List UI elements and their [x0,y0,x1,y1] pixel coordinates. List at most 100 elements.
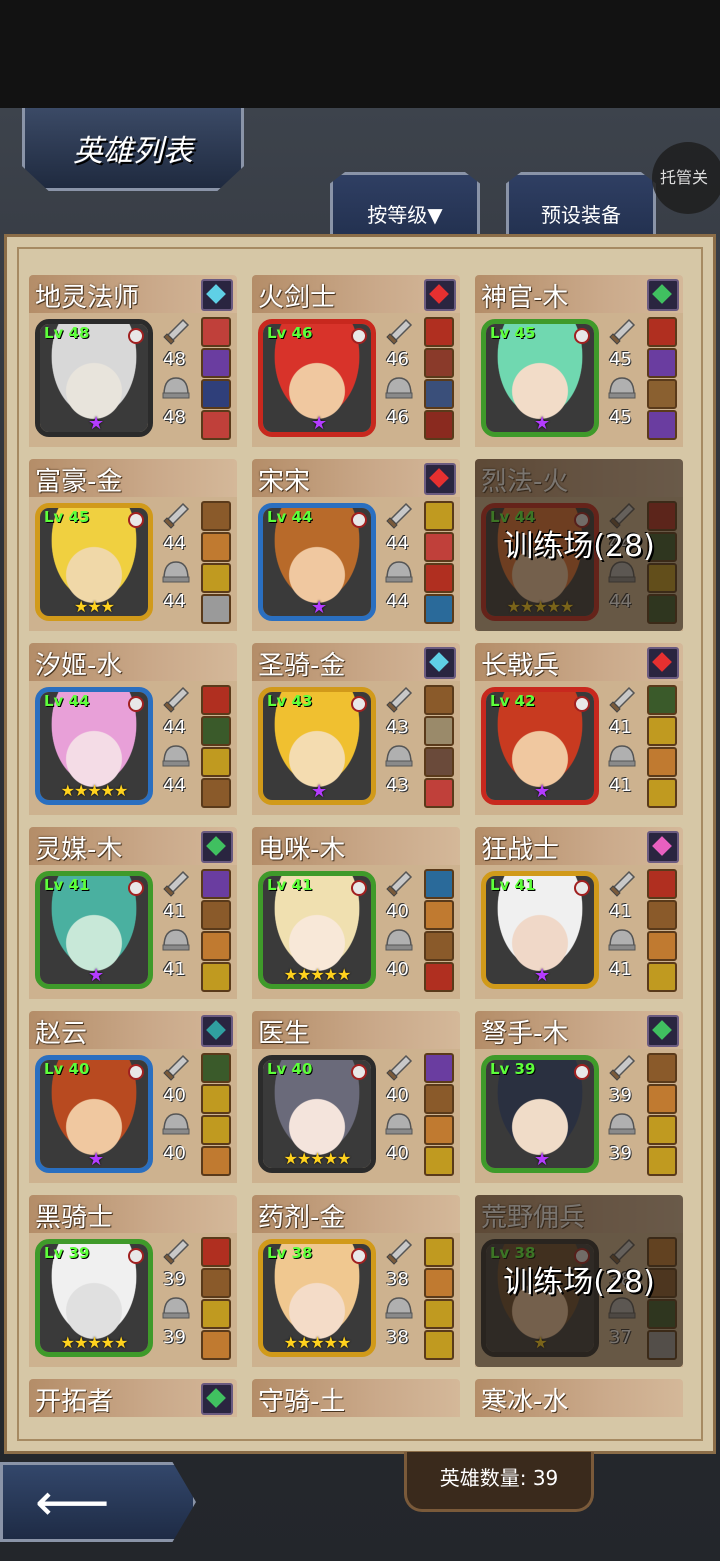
hero-card[interactable]: 长戟兵 Lv 42 ★ 41 41 [475,643,683,815]
notify-dot-icon [574,880,590,896]
element-gem-icon [201,279,233,311]
hero-name-bar: 神官-木 [475,275,683,313]
equipment-slot-icon [201,962,231,992]
hero-level: Lv 45 [490,324,536,342]
tab-sort-level[interactable]: 按等级▼ [330,172,480,236]
hero-card-partial[interactable]: 守骑-土 [252,1379,460,1417]
hero-card[interactable]: 药剂-金 Lv 38 ★★★★★ 38 38 [252,1195,460,1367]
hero-card[interactable]: 荒野佣兵Lv 38★3837训练场(28) [475,1195,683,1367]
notify-dot-icon [128,1064,144,1080]
defense-helmet-icon [161,559,191,585]
armor-level: 44 [163,591,186,612]
star-rating: ★ [534,781,551,802]
equipment-slot-icon [647,1053,677,1083]
hero-name-bar: 赵云 [29,1011,237,1049]
hero-name-bar: 长戟兵 [475,643,683,681]
auto-toggle-button[interactable]: 托管关 [652,142,720,214]
hero-card-body: Lv 48 ★ 48 48 [29,313,237,447]
armor-level: 40 [386,959,409,980]
hero-card[interactable]: 圣骑-金 Lv 43 ★ 43 43 [252,643,460,815]
notify-dot-icon [351,696,367,712]
back-arrow-icon: ⟵ [35,1473,110,1533]
back-button[interactable]: ⟵ [0,1462,196,1542]
equipment-slot-icon [424,348,454,378]
element-gem-icon [647,647,679,679]
equipment-slot-icon [201,716,231,746]
equipment-slot-icon [201,317,231,347]
armor-level: 48 [163,407,186,428]
equipment-slot-icon [201,1237,231,1267]
hero-card[interactable]: 宋宋 Lv 44 ★ 44 44 [252,459,460,631]
hero-card-partial[interactable]: 寒冰-水 [475,1379,683,1417]
defense-helmet-icon [607,1111,637,1137]
armor-level: 38 [386,1327,409,1348]
hero-card-body: Lv 42 ★ 41 41 [475,681,683,815]
hero-level: Lv 48 [44,324,90,342]
hero-portrait: Lv 44 ★★★★★ [35,687,153,805]
attack-sword-icon [161,1237,191,1267]
equipment-slot-icon [424,716,454,746]
hero-card[interactable]: 神官-木 Lv 45 ★ 45 45 [475,275,683,447]
equipment-slot-icon [201,747,231,777]
hero-name-bar: 药剂-金 [252,1195,460,1233]
defense-helmet-icon [384,1111,414,1137]
hero-card[interactable]: 烈法-火Lv 44★★★★★4444训练场(28) [475,459,683,631]
equipment-slot-icon [201,1146,231,1176]
armor-level: 41 [609,959,632,980]
equipment-slot-icon [424,1146,454,1176]
hero-card[interactable]: 黑骑士 Lv 39 ★★★★★ 39 39 [29,1195,237,1367]
hero-level: Lv 42 [490,692,536,710]
equipment-slot-icon [424,1053,454,1083]
equipment-slot-icon [647,1084,677,1114]
hero-card[interactable]: 赵云 Lv 40 ★ 40 40 [29,1011,237,1183]
weapon-level: 41 [609,901,632,922]
hero-level: Lv 38 [267,1244,313,1262]
hero-level: Lv 44 [267,508,313,526]
element-gem-icon [647,831,679,863]
notify-dot-icon [351,512,367,528]
star-rating: ★★★★★ [283,1149,352,1168]
armor-level: 39 [609,1143,632,1164]
hero-card[interactable]: 医生 Lv 40 ★★★★★ 40 40 [252,1011,460,1183]
hero-card-body: Lv 38 ★★★★★ 38 38 [252,1233,460,1367]
equipment-slot-icon [201,931,231,961]
star-rating: ★ [534,1149,551,1170]
hero-card[interactable]: 地灵法师 Lv 48 ★ 48 48 [29,275,237,447]
status-area [0,0,720,108]
hero-card[interactable]: 汐姬-水 Lv 44 ★★★★★ 44 44 [29,643,237,815]
armor-level: 44 [386,591,409,612]
armor-level: 43 [386,775,409,796]
star-rating: ★ [311,597,328,618]
element-gem-icon [647,1015,679,1047]
hero-card[interactable]: 富豪-金 Lv 45 ★★★ 44 44 [29,459,237,631]
armor-level: 45 [609,407,632,428]
hero-card-body: Lv 41 ★★★★★ 40 40 [252,865,460,999]
hero-card-partial[interactable]: 开拓者 [29,1379,237,1417]
star-rating: ★ [88,413,105,434]
hero-card[interactable]: 弩手-木 Lv 39 ★ 39 39 [475,1011,683,1183]
armor-level: 46 [386,407,409,428]
star-rating: ★ [311,413,328,434]
equipment-slot-icon [424,685,454,715]
hero-card[interactable]: 火剑士 Lv 46 ★ 46 46 [252,275,460,447]
defense-helmet-icon [384,743,414,769]
hero-list-panel: 地灵法师 Lv 48 ★ 48 48 火剑士 Lv 46 ★ 46 46 神官-木 Lv 45 ★ 45 4… [4,234,716,1454]
star-rating: ★ [88,965,105,986]
equipment-slot-icon [647,931,677,961]
element-gem-icon [201,831,233,863]
hero-card[interactable]: 灵媒-木 Lv 41 ★ 41 41 [29,827,237,999]
attack-sword-icon [384,317,414,347]
defense-helmet-icon [161,927,191,953]
hero-level: Lv 41 [44,876,90,894]
hero-name-bar: 汐姬-水 [29,643,237,681]
hero-portrait: Lv 39 ★★★★★ [35,1239,153,1357]
defense-helmet-icon [161,743,191,769]
equipment-slot-icon [424,532,454,562]
notify-dot-icon [128,880,144,896]
defense-helmet-icon [384,927,414,953]
hero-card[interactable]: 电咪-木 Lv 41 ★★★★★ 40 40 [252,827,460,999]
attack-sword-icon [161,1053,191,1083]
hero-card[interactable]: 狂战士 Lv 41 ★ 41 41 [475,827,683,999]
tab-preset-equipment[interactable]: 预设装备 [506,172,656,236]
hero-card-body: Lv 44 ★★★★★ 44 44 [29,681,237,815]
